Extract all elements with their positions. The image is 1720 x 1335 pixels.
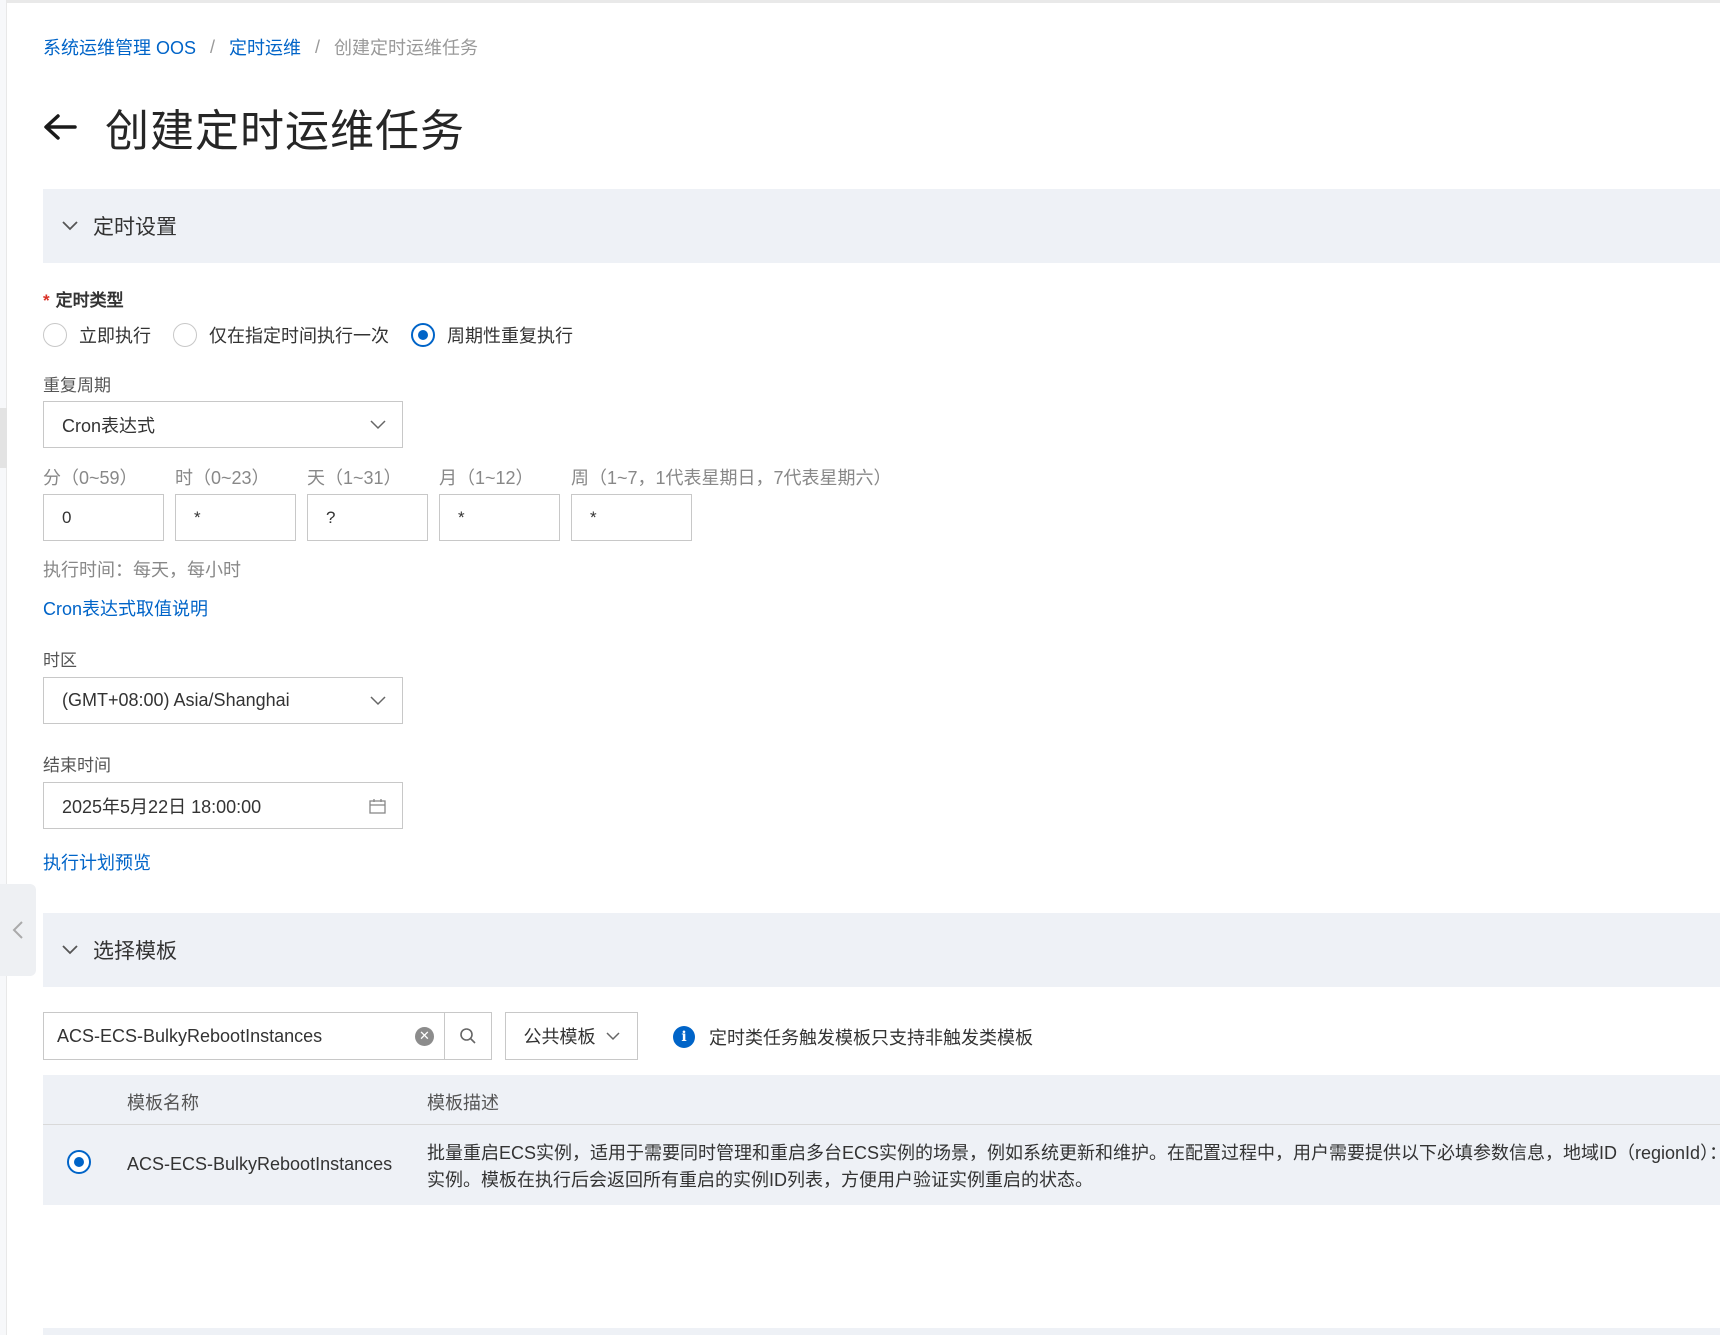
cron-minute-input[interactable]: 0	[43, 494, 164, 541]
breadcrumb-separator: /	[210, 36, 216, 57]
cron-week-input[interactable]: *	[571, 494, 692, 541]
template-type-value: 公共模板	[523, 1027, 596, 1047]
template-desc-cell: 批量重启ECS实例，适用于需要同时管理和重启多台ECS实例的场景，例如系统更新和…	[427, 1140, 1717, 1194]
sidebar-expand-button[interactable]	[0, 884, 36, 976]
arrow-left-icon	[44, 114, 77, 140]
template-type-select[interactable]: 公共模板	[505, 1012, 638, 1060]
plan-preview-link[interactable]: 执行计划预览	[43, 849, 151, 875]
info-icon: i	[673, 1026, 695, 1048]
template-desc-line: 批量重启ECS实例，适用于需要同时管理和重启多台ECS实例的场景，例如系统更新和…	[427, 1143, 1717, 1163]
template-search: ACS-ECS-BulkyRebootInstances ✕	[43, 1012, 492, 1060]
exec-time-hint: 执行时间：每天，每小时	[43, 560, 241, 580]
cron-hour-input[interactable]: *	[175, 494, 296, 541]
radio-run-now[interactable]: 立即执行	[43, 322, 151, 348]
radio-run-once[interactable]: 仅在指定时间执行一次	[173, 322, 389, 348]
chevron-down-icon	[62, 221, 78, 231]
template-table: 模板名称 模板描述 ACS-ECS-BulkyRebootInstances 批…	[43, 1075, 1720, 1205]
cron-minute-label: 分（0~59）	[43, 468, 138, 488]
chevron-down-icon	[605, 1031, 620, 1040]
cron-week-label: 周（1~7，1代表星期日，7代表星期六）	[571, 468, 892, 488]
repeat-cycle-label: 重复周期	[43, 376, 111, 395]
radio-circle-selected[interactable]	[67, 1150, 91, 1174]
notice-text: 定时类任务触发模板只支持非触发类模板	[709, 1028, 1033, 1048]
breadcrumb-item-scheduled-ops[interactable]: 定时运维	[229, 34, 301, 60]
cron-day-input[interactable]: ?	[307, 494, 428, 541]
chevron-down-icon	[62, 945, 78, 955]
breadcrumb: 系统运维管理 OOS / 定时运维 / 创建定时运维任务	[43, 34, 478, 60]
section-template-label: 选择模板	[93, 940, 177, 963]
end-time-label: 结束时间	[43, 756, 111, 775]
end-time-picker[interactable]: 2025年5月22日 18:00:00	[43, 782, 403, 829]
row-select-radio[interactable]	[67, 1150, 103, 1174]
chevron-left-icon	[12, 921, 23, 939]
calendar-icon	[369, 798, 386, 814]
radio-repeat[interactable]: 周期性重复执行	[411, 322, 573, 348]
radio-label: 立即执行	[79, 326, 151, 346]
section-schedule-toggle[interactable]: 定时设置	[43, 189, 1720, 263]
radio-label: 仅在指定时间执行一次	[209, 326, 389, 346]
chevron-down-icon	[370, 419, 386, 429]
clear-icon[interactable]: ✕	[415, 1026, 434, 1046]
radio-circle[interactable]	[43, 323, 67, 347]
breadcrumb-item-oos[interactable]: 系统运维管理 OOS	[43, 34, 196, 60]
cron-day-label: 天（1~31）	[307, 468, 402, 488]
next-section-edge	[43, 1328, 1720, 1335]
template-search-input[interactable]: ACS-ECS-BulkyRebootInstances ✕	[44, 1013, 444, 1059]
radio-label: 周期性重复执行	[447, 326, 573, 346]
search-icon	[460, 1028, 476, 1044]
left-nav-edge	[0, 0, 7, 1335]
breadcrumb-item-current: 创建定时运维任务	[334, 38, 479, 58]
timezone-value: (GMT+08:00) Asia/Shanghai	[62, 690, 290, 710]
cron-month-label: 月（1~12）	[439, 468, 534, 488]
table-row[interactable]: ACS-ECS-BulkyRebootInstances 批量重启ECS实例，适…	[43, 1125, 1720, 1205]
template-name-cell: ACS-ECS-BulkyRebootInstances	[127, 1154, 393, 1174]
page-title: 创建定时运维任务	[105, 107, 465, 156]
top-border	[0, 0, 1720, 3]
back-button[interactable]	[43, 106, 85, 148]
repeat-cycle-value: Cron表达式	[62, 415, 156, 436]
column-header-name: 模板名称	[127, 1093, 199, 1113]
required-mark: *	[43, 291, 50, 310]
cron-help-link[interactable]: Cron表达式取值说明	[43, 595, 208, 621]
end-time-value: 2025年5月22日 18:00:00	[62, 796, 262, 817]
schedule-type-radio-group: 立即执行 仅在指定时间执行一次 周期性重复执行	[43, 322, 595, 348]
cron-month-input[interactable]: *	[439, 494, 560, 541]
column-header-desc: 模板描述	[427, 1093, 499, 1113]
cron-hour-label: 时（0~23）	[175, 468, 270, 488]
repeat-cycle-select[interactable]: Cron表达式	[43, 401, 403, 448]
template-desc-line: 实例。模板在执行后会返回所有重启的实例ID列表，方便用户验证实例重启的状态。	[427, 1170, 1093, 1190]
section-template-toggle[interactable]: 选择模板	[43, 913, 1720, 987]
section-schedule-label: 定时设置	[93, 216, 177, 239]
left-nav-marker	[0, 408, 7, 468]
template-notice: i 定时类任务触发模板只支持非触发类模板	[673, 1024, 1033, 1050]
timezone-label: 时区	[43, 651, 77, 670]
breadcrumb-separator: /	[315, 36, 321, 57]
chevron-down-icon	[370, 695, 386, 705]
schedule-type-label: * 定时类型	[43, 291, 124, 310]
table-header: 模板名称 模板描述	[43, 1075, 1720, 1125]
page-header: 创建定时运维任务	[43, 95, 465, 159]
timezone-select[interactable]: (GMT+08:00) Asia/Shanghai	[43, 677, 403, 724]
radio-circle-selected[interactable]	[411, 323, 435, 347]
search-button[interactable]	[444, 1013, 491, 1059]
radio-circle[interactable]	[173, 323, 197, 347]
